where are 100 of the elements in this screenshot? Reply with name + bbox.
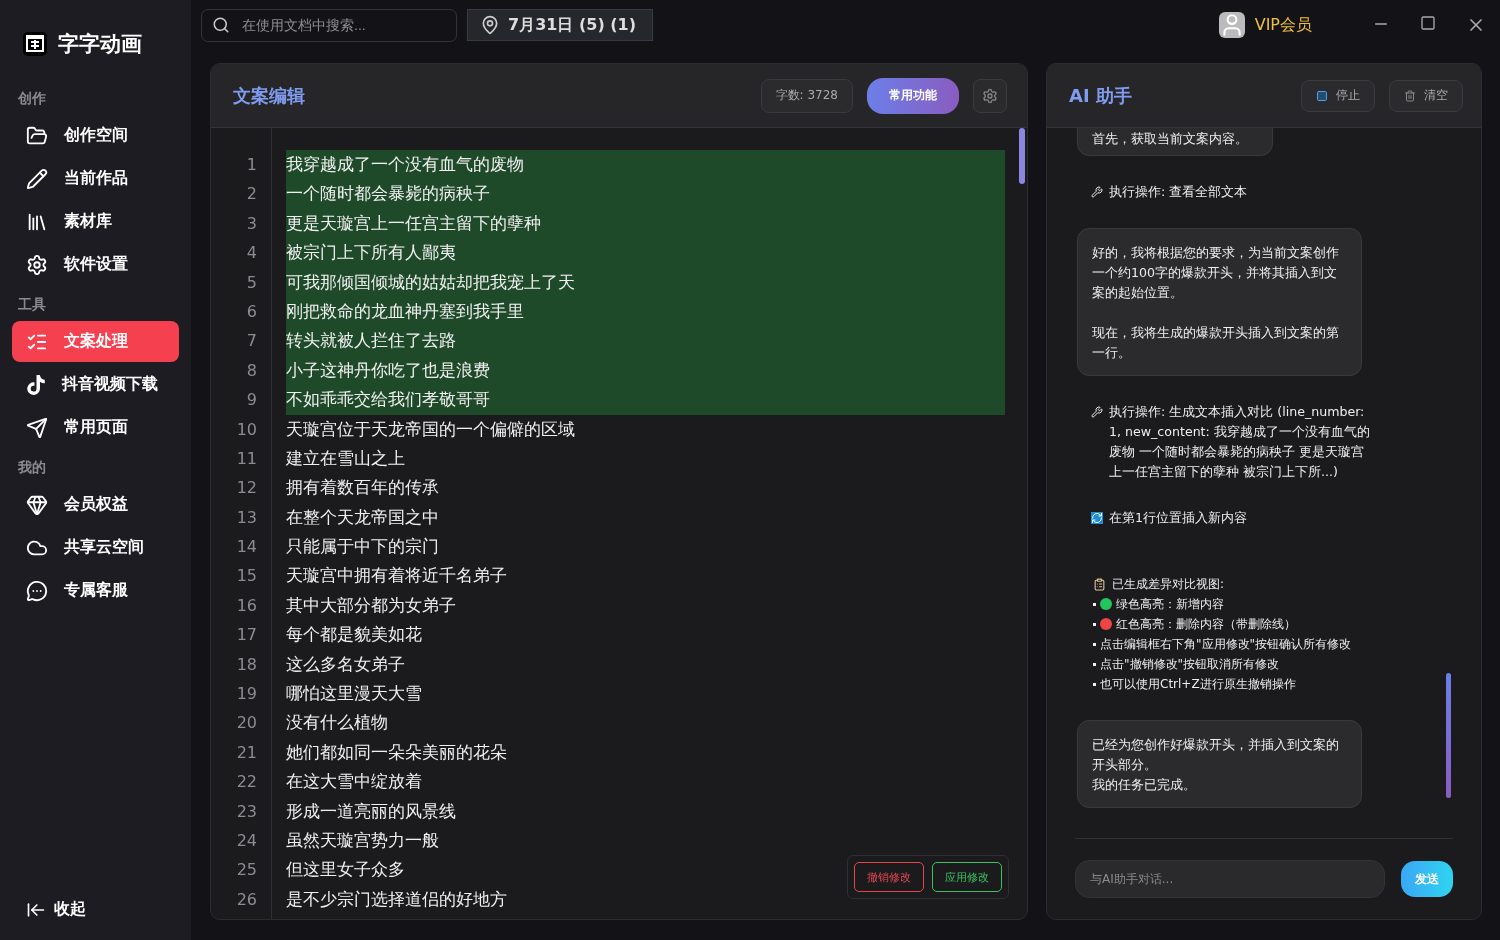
- nav-item[interactable]: 当前作品: [12, 158, 179, 199]
- line-number: 4: [245, 242, 258, 265]
- settings-icon: [982, 87, 998, 104]
- text-line: 在这大雪中绽放着: [286, 771, 422, 792]
- scrollbar-thumb[interactable]: [1019, 128, 1025, 184]
- pin-icon: [480, 15, 500, 35]
- panel-title: AI 助手: [1069, 83, 1132, 108]
- line-number: 21: [235, 741, 258, 764]
- nav-item[interactable]: 软件设置: [12, 244, 179, 285]
- line-number: 6: [245, 300, 258, 323]
- message-text: 好的，我将根据您的要求，为当前文案创作一个约100字的爆款开头，并将其插入到文案的起始位置。: [1092, 244, 1340, 302]
- diff-item: 红色高亮：删除内容（带删除线）: [1116, 616, 1296, 633]
- text-line: 刚把救命的龙血神丹塞到我手里: [286, 300, 524, 321]
- scrollbar-thumb[interactable]: [1446, 673, 1451, 798]
- music-note-icon: [26, 374, 46, 395]
- document-tab[interactable]: 7月31日 (5) (1): [467, 9, 654, 41]
- line-number: 12: [235, 477, 258, 500]
- stop-button[interactable]: 停止: [1301, 79, 1375, 112]
- section-label: 我的: [17, 459, 47, 477]
- nav-item[interactable]: 创作空间: [12, 115, 179, 156]
- action-text: 执行操作: 生成文本插入对比 (line_number: 1, new_content: 我穿越成了一个没有血气的废物 一个随时都会暴毙的病秧子 更是天璇宫上一任宫主留下的孽种 被宗门上下所...): [1109, 403, 1371, 481]
- trash-icon: [1404, 89, 1416, 102]
- line-number: 20: [235, 712, 258, 735]
- search-bar[interactable]: 在使用文档中搜索...: [201, 8, 457, 42]
- search-input[interactable]: 在使用文档中搜索...: [240, 16, 424, 34]
- apply-button[interactable]: 应用修改: [932, 862, 1002, 892]
- text-line: 她们都如同一朵朵美丽的花朵: [286, 741, 507, 762]
- text-line: 只能属于中下的宗门: [286, 536, 439, 557]
- vip-label[interactable]: VIP会员: [1254, 14, 1312, 36]
- text-line: 不如乖乖交给我们孝敬哥哥: [286, 389, 490, 410]
- line-number: 1: [245, 154, 258, 176]
- nav-item[interactable]: 专属客服: [12, 570, 179, 611]
- text-line: 其中大部分都为女弟子: [286, 594, 456, 615]
- clear-button[interactable]: 清空: [1389, 79, 1463, 112]
- text-line: 更是天璇宫上一任宫主留下的孽种: [286, 212, 541, 233]
- message-text: 已经为您创作好爆款开头，并插入到文案的开头部分。 我的任务已完成。: [1092, 736, 1340, 794]
- refresh-icon: [1091, 512, 1103, 524]
- line-number: 22: [235, 771, 258, 794]
- clipboard-icon: [1093, 577, 1106, 591]
- revert-button[interactable]: 撤销修改: [854, 862, 924, 892]
- text-line: 这么多名女弟子: [286, 653, 405, 674]
- settings-button[interactable]: [973, 78, 1007, 113]
- section-label: 工具: [17, 296, 47, 314]
- common-functions-button[interactable]: 常用功能: [867, 77, 959, 114]
- line-number: 16: [235, 594, 258, 617]
- text-line: 转头就被人拦住了去路: [286, 330, 456, 351]
- line-number: 13: [235, 506, 258, 529]
- text-line: 是不少宗门选择道侣的好地方: [286, 888, 507, 909]
- line-number: 5: [245, 271, 258, 294]
- line-number: 24: [235, 830, 258, 852]
- wrench-icon: [1091, 186, 1103, 198]
- text-line: 但这里女子众多: [286, 859, 405, 880]
- line-number: 15: [235, 565, 258, 588]
- line-number: 26: [235, 888, 258, 911]
- text-line: 天璇宫中拥有着将近千名弟子: [286, 565, 507, 586]
- text-line: 天璇宫位于天龙帝国的一个偏僻的区域: [286, 418, 575, 439]
- diff-title: 已生成差异对比视图:: [1112, 576, 1225, 593]
- word-count: 字数: 3728: [760, 78, 853, 113]
- diff-item: 绿色高亮：新增内容: [1116, 596, 1224, 613]
- text-line: 我穿越成了一个没有血气的废物: [286, 154, 524, 174]
- line-number: 9: [245, 389, 258, 412]
- app-name: 字字动画: [58, 31, 142, 58]
- text-line: 一个随时都会暴毙的病秧子: [286, 183, 490, 204]
- chat-icon: [26, 579, 48, 602]
- nav-item[interactable]: 抖音视频下载: [12, 364, 179, 405]
- line-number: 17: [235, 624, 258, 647]
- line-number: 8: [245, 359, 258, 382]
- line-number: 3: [245, 212, 258, 235]
- search-icon: [212, 16, 230, 34]
- stop-icon: [1316, 89, 1328, 102]
- nav-item[interactable]: 共享云空间: [12, 527, 179, 568]
- logo-icon: [22, 31, 48, 57]
- panel-title: 文案编辑: [233, 83, 305, 108]
- folder-icon: [26, 124, 48, 147]
- paper-plane-icon: [26, 416, 48, 439]
- text-line: 拥有着数百年的传承: [286, 477, 439, 498]
- bullet-icon: [1093, 602, 1096, 606]
- text-line: 可我那倾国倾城的姑姑却把我宠上了天: [286, 271, 575, 292]
- text-line: 没有什么植物: [286, 712, 388, 733]
- info-text: 在第1行位置插入新内容: [1109, 509, 1247, 527]
- avatar-icon[interactable]: [1218, 12, 1245, 38]
- text-line: 在整个天龙帝国之中: [286, 506, 439, 527]
- pencil-icon: [26, 167, 48, 190]
- nav-item[interactable]: 常用页面: [12, 407, 179, 448]
- line-number: 25: [235, 859, 258, 882]
- collapse-button[interactable]: 收起: [0, 899, 191, 920]
- nav-item[interactable]: 文案处理: [12, 321, 179, 362]
- nav-item[interactable]: 素材库: [12, 201, 179, 242]
- line-number: 2: [245, 183, 258, 206]
- bullet-icon: [1093, 682, 1096, 686]
- text-line: 每个都是貌美如花: [286, 624, 422, 645]
- line-number: 14: [235, 536, 258, 559]
- diamond-icon: [26, 493, 48, 516]
- line-number: 19: [235, 683, 258, 706]
- nav-item[interactable]: 会员权益: [12, 484, 179, 525]
- diff-item: 点击"撤销修改"按钮取消所有修改: [1100, 656, 1280, 673]
- chat-input[interactable]: 与AI助手对话...: [1075, 860, 1385, 898]
- diff-item: 也可以使用Ctrl+Z进行原生撤销操作: [1100, 676, 1296, 693]
- line-number: 23: [235, 800, 258, 823]
- maximize-icon[interactable]: [1420, 15, 1436, 31]
